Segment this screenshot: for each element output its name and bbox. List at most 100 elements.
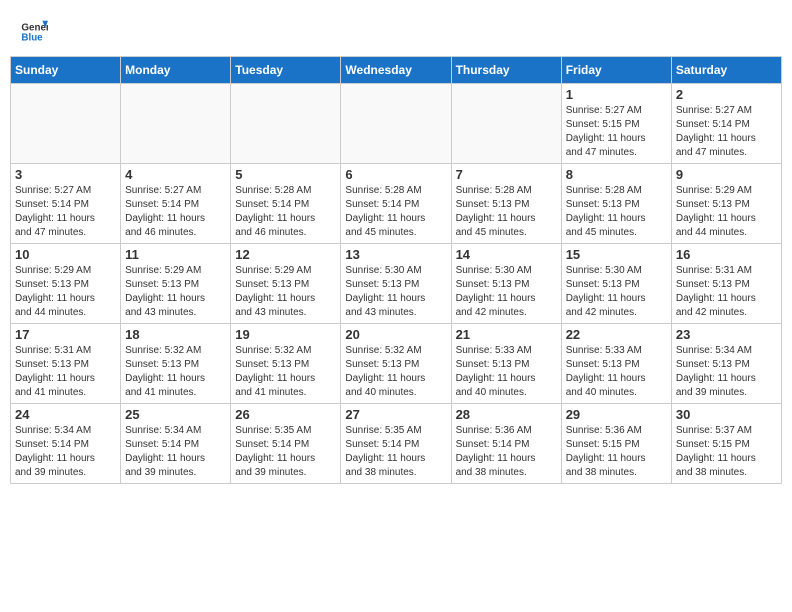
- calendar-cell: [451, 84, 561, 164]
- day-number: 21: [456, 327, 557, 342]
- day-number: 10: [15, 247, 116, 262]
- weekday-header: Thursday: [451, 57, 561, 84]
- calendar-cell: 25 Sunrise: 5:34 AM Sunset: 5:14 PM Dayli…: [121, 404, 231, 484]
- calendar-cell: 3 Sunrise: 5:27 AM Sunset: 5:14 PM Daylig…: [11, 164, 121, 244]
- day-number: 20: [345, 327, 446, 342]
- day-number: 26: [235, 407, 336, 422]
- day-number: 27: [345, 407, 446, 422]
- calendar-week-row: 1 Sunrise: 5:27 AM Sunset: 5:15 PM Daylig…: [11, 84, 782, 164]
- calendar-cell: 7 Sunrise: 5:28 AM Sunset: 5:13 PM Daylig…: [451, 164, 561, 244]
- calendar-cell: 28 Sunrise: 5:36 AM Sunset: 5:14 PM Dayli…: [451, 404, 561, 484]
- day-info: Sunrise: 5:35 AM Sunset: 5:14 PM Dayligh…: [235, 424, 336, 480]
- calendar-cell: 16 Sunrise: 5:31 AM Sunset: 5:13 PM Dayli…: [671, 244, 781, 324]
- logo-icon: General Blue: [20, 18, 48, 46]
- day-number: 22: [566, 327, 667, 342]
- calendar-cell: [231, 84, 341, 164]
- day-info: Sunrise: 5:32 AM Sunset: 5:13 PM Dayligh…: [125, 344, 226, 400]
- calendar-week-row: 17Sunrise: 5:31 AM Sunset: 5:13 PM Dayli…: [11, 324, 782, 404]
- calendar-cell: 23 Sunrise: 5:34 AM Sunset: 5:13 PM Dayli…: [671, 324, 781, 404]
- day-info: Sunrise: 5:35 AM Sunset: 5:14 PM Dayligh…: [345, 424, 446, 480]
- calendar-cell: [11, 84, 121, 164]
- day-info: Sunrise: 5:34 AM Sunset: 5:13 PM Dayligh…: [676, 344, 777, 400]
- calendar-cell: 29 Sunrise: 5:36 AM Sunset: 5:15 PM Dayli…: [561, 404, 671, 484]
- calendar-cell: 21 Sunrise: 5:33 AM Sunset: 5:13 PM Dayli…: [451, 324, 561, 404]
- calendar-cell: 19 Sunrise: 5:32 AM Sunset: 5:13 PM Dayli…: [231, 324, 341, 404]
- day-number: 5: [235, 167, 336, 182]
- day-number: 30: [676, 407, 777, 422]
- day-info: Sunrise: 5:29 AM Sunset: 5:13 PM Dayligh…: [15, 264, 116, 320]
- day-number: 6: [345, 167, 446, 182]
- calendar-cell: [341, 84, 451, 164]
- weekday-header: Monday: [121, 57, 231, 84]
- day-info: Sunrise: 5:28 AM Sunset: 5:14 PM Dayligh…: [345, 184, 446, 240]
- day-number: 25: [125, 407, 226, 422]
- day-number: 3: [15, 167, 116, 182]
- day-info: Sunrise: 5:27 AM Sunset: 5:14 PM Dayligh…: [125, 184, 226, 240]
- calendar-cell: 14Sunrise: 5:30 AM Sunset: 5:13 PM Dayli…: [451, 244, 561, 324]
- day-number: 24: [15, 407, 116, 422]
- day-number: 18: [125, 327, 226, 342]
- day-info: Sunrise: 5:28 AM Sunset: 5:13 PM Dayligh…: [456, 184, 557, 240]
- calendar: SundayMondayTuesdayWednesdayThursdayFrid…: [10, 56, 782, 484]
- day-number: 2: [676, 87, 777, 102]
- day-info: Sunrise: 5:29 AM Sunset: 5:13 PM Dayligh…: [235, 264, 336, 320]
- day-info: Sunrise: 5:32 AM Sunset: 5:13 PM Dayligh…: [235, 344, 336, 400]
- day-info: Sunrise: 5:30 AM Sunset: 5:13 PM Dayligh…: [345, 264, 446, 320]
- calendar-cell: 1 Sunrise: 5:27 AM Sunset: 5:15 PM Daylig…: [561, 84, 671, 164]
- weekday-header: Saturday: [671, 57, 781, 84]
- calendar-cell: 13 Sunrise: 5:30 AM Sunset: 5:13 PM Dayli…: [341, 244, 451, 324]
- day-number: 13: [345, 247, 446, 262]
- calendar-cell: [121, 84, 231, 164]
- calendar-cell: 5 Sunrise: 5:28 AM Sunset: 5:14 PM Daylig…: [231, 164, 341, 244]
- calendar-cell: 11Sunrise: 5:29 AM Sunset: 5:13 PM Dayli…: [121, 244, 231, 324]
- day-info: Sunrise: 5:34 AM Sunset: 5:14 PM Dayligh…: [15, 424, 116, 480]
- day-number: 16: [676, 247, 777, 262]
- day-info: Sunrise: 5:27 AM Sunset: 5:15 PM Dayligh…: [566, 104, 667, 160]
- weekday-header: Friday: [561, 57, 671, 84]
- day-info: Sunrise: 5:32 AM Sunset: 5:13 PM Dayligh…: [345, 344, 446, 400]
- svg-text:Blue: Blue: [21, 32, 43, 43]
- weekday-header: Sunday: [11, 57, 121, 84]
- day-number: 23: [676, 327, 777, 342]
- day-number: 1: [566, 87, 667, 102]
- day-number: 15: [566, 247, 667, 262]
- day-info: Sunrise: 5:34 AM Sunset: 5:14 PM Dayligh…: [125, 424, 226, 480]
- day-info: Sunrise: 5:27 AM Sunset: 5:14 PM Dayligh…: [15, 184, 116, 240]
- calendar-cell: 24 Sunrise: 5:34 AM Sunset: 5:14 PM Dayli…: [11, 404, 121, 484]
- day-number: 19: [235, 327, 336, 342]
- day-info: Sunrise: 5:31 AM Sunset: 5:13 PM Dayligh…: [15, 344, 116, 400]
- day-number: 29: [566, 407, 667, 422]
- calendar-cell: 22Sunrise: 5:33 AM Sunset: 5:13 PM Dayli…: [561, 324, 671, 404]
- calendar-week-row: 3 Sunrise: 5:27 AM Sunset: 5:14 PM Daylig…: [11, 164, 782, 244]
- calendar-cell: 20 Sunrise: 5:32 AM Sunset: 5:13 PM Dayli…: [341, 324, 451, 404]
- calendar-header-row: SundayMondayTuesdayWednesdayThursdayFrid…: [11, 57, 782, 84]
- day-info: Sunrise: 5:33 AM Sunset: 5:13 PM Dayligh…: [456, 344, 557, 400]
- day-number: 7: [456, 167, 557, 182]
- day-number: 9: [676, 167, 777, 182]
- calendar-week-row: 10 Sunrise: 5:29 AM Sunset: 5:13 PM Dayli…: [11, 244, 782, 324]
- calendar-cell: 9Sunrise: 5:29 AM Sunset: 5:13 PM Daylig…: [671, 164, 781, 244]
- day-info: Sunrise: 5:28 AM Sunset: 5:14 PM Dayligh…: [235, 184, 336, 240]
- calendar-cell: 26 Sunrise: 5:35 AM Sunset: 5:14 PM Dayli…: [231, 404, 341, 484]
- calendar-cell: 2Sunrise: 5:27 AM Sunset: 5:14 PM Daylig…: [671, 84, 781, 164]
- calendar-cell: 10 Sunrise: 5:29 AM Sunset: 5:13 PM Dayli…: [11, 244, 121, 324]
- day-info: Sunrise: 5:37 AM Sunset: 5:15 PM Dayligh…: [676, 424, 777, 480]
- day-number: 4: [125, 167, 226, 182]
- day-info: Sunrise: 5:28 AM Sunset: 5:13 PM Dayligh…: [566, 184, 667, 240]
- calendar-week-row: 24 Sunrise: 5:34 AM Sunset: 5:14 PM Dayli…: [11, 404, 782, 484]
- day-info: Sunrise: 5:30 AM Sunset: 5:13 PM Dayligh…: [566, 264, 667, 320]
- calendar-cell: 8Sunrise: 5:28 AM Sunset: 5:13 PM Daylig…: [561, 164, 671, 244]
- logo: General Blue: [20, 18, 52, 46]
- day-info: Sunrise: 5:31 AM Sunset: 5:13 PM Dayligh…: [676, 264, 777, 320]
- calendar-cell: 30 Sunrise: 5:37 AM Sunset: 5:15 PM Dayli…: [671, 404, 781, 484]
- day-info: Sunrise: 5:36 AM Sunset: 5:14 PM Dayligh…: [456, 424, 557, 480]
- calendar-cell: 12Sunrise: 5:29 AM Sunset: 5:13 PM Dayli…: [231, 244, 341, 324]
- day-info: Sunrise: 5:36 AM Sunset: 5:15 PM Dayligh…: [566, 424, 667, 480]
- calendar-cell: 15 Sunrise: 5:30 AM Sunset: 5:13 PM Dayli…: [561, 244, 671, 324]
- day-number: 28: [456, 407, 557, 422]
- day-number: 11: [125, 247, 226, 262]
- day-number: 14: [456, 247, 557, 262]
- calendar-cell: 6 Sunrise: 5:28 AM Sunset: 5:14 PM Daylig…: [341, 164, 451, 244]
- weekday-header: Wednesday: [341, 57, 451, 84]
- weekday-header: Tuesday: [231, 57, 341, 84]
